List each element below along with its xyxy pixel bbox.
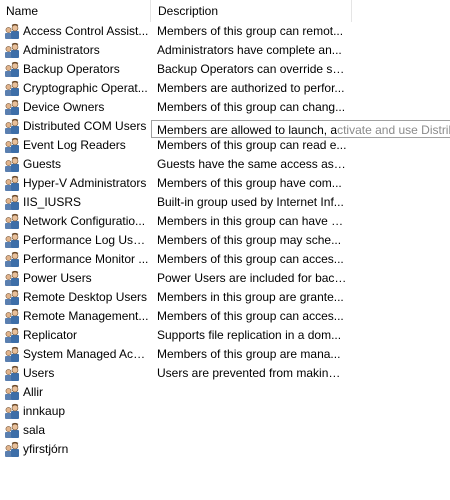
group-icon: [4, 308, 21, 325]
group-name: Device Owners: [23, 100, 105, 114]
group-icon: [4, 403, 21, 420]
group-name: Backup Operators: [23, 62, 120, 76]
group-icon: [4, 270, 21, 287]
group-description: Administrators have complete an...: [157, 43, 342, 57]
list-item[interactable]: Device Owners Members of this group can c…: [0, 98, 450, 117]
list-item[interactable]: IIS_IUSRS Built-in group used by Internet…: [0, 193, 450, 212]
list-item[interactable]: Access Control Assist... Members of this …: [0, 22, 450, 41]
list-item[interactable]: Replicator Supports file replication in a…: [0, 326, 450, 345]
group-icon: [4, 175, 21, 192]
group-description: Members in this group are grante...: [157, 290, 344, 304]
list-item[interactable]: Hyper-V Administrators Members of this gr…: [0, 174, 450, 193]
group-description: Members of this group can read e...: [157, 138, 347, 152]
list-item[interactable]: Remote Desktop Users Members in this grou…: [0, 288, 450, 307]
group-description: Users are prevented from making ...: [157, 366, 347, 380]
group-description: Members of this group can acces...: [157, 309, 344, 323]
group-icon: [4, 422, 21, 439]
group-description: Members of this group may sche...: [157, 233, 342, 247]
group-description: Members of this group are mana...: [157, 347, 341, 361]
group-name: Guests: [23, 157, 62, 171]
group-icon: [4, 42, 21, 59]
group-name: sala: [23, 423, 46, 437]
list-item[interactable]: Remote Management... Members of this grou…: [0, 307, 450, 326]
list-item[interactable]: Performance Monitor ... Members of this g…: [0, 250, 450, 269]
group-icon: [4, 232, 21, 249]
group-description: Built-in group used by Internet Inf...: [157, 195, 344, 209]
group-icon: [4, 137, 21, 154]
list-item[interactable]: Administrators Administrators have comple…: [0, 41, 450, 60]
column-header-description[interactable]: Description: [152, 0, 352, 22]
column-header-name[interactable]: Name: [0, 0, 151, 22]
list-item[interactable]: Guests Guests have the same access as m..…: [0, 155, 450, 174]
group-icon: [4, 327, 21, 344]
group-icon: [4, 251, 21, 268]
group-icon: [4, 346, 21, 363]
group-description: Members of this group have com...: [157, 176, 342, 190]
list-item[interactable]: Backup Operators Backup Operators can ove…: [0, 60, 450, 79]
group-name: Remote Desktop Users: [23, 290, 148, 304]
group-icon: [4, 384, 21, 401]
group-name: IIS_IUSRS: [23, 195, 82, 209]
group-name: Remote Management...: [23, 309, 149, 323]
list-item[interactable]: Cryptographic Operat... Members are autho…: [0, 79, 450, 98]
list-item[interactable]: System Managed Acc... Members of this gro…: [0, 345, 450, 364]
group-name: Allir: [23, 385, 43, 399]
group-icon: [4, 194, 21, 211]
group-description: Members are authorized to perfor...: [157, 81, 345, 95]
group-list: Access Control Assist... Members of this …: [0, 22, 450, 459]
list-item[interactable]: innkaup: [0, 402, 450, 421]
group-name: Replicator: [23, 328, 78, 342]
group-name: yfirstjórn: [23, 442, 69, 456]
list-item[interactable]: Event Log Readers Members of this group c…: [0, 136, 450, 155]
tooltip-text: Members are allowed to launch, a: [157, 123, 338, 137]
group-description: Members in this group can have s...: [157, 214, 347, 228]
group-name: Access Control Assist...: [23, 24, 149, 38]
group-icon: [4, 213, 21, 230]
list-item[interactable]: sala: [0, 421, 450, 440]
group-description: Members of this group can remot...: [157, 24, 344, 38]
list-item[interactable]: Performance Log Users Members of this gro…: [0, 231, 450, 250]
group-description: Power Users are included for back...: [157, 271, 347, 285]
list-item[interactable]: Users Users are prevented from making ...: [0, 364, 450, 383]
group-name: Power Users: [23, 271, 92, 285]
group-icon: [4, 365, 21, 382]
group-name: Performance Log Users: [23, 233, 149, 247]
group-icon: [4, 61, 21, 78]
group-name: innkaup: [23, 404, 66, 418]
group-icon: [4, 23, 21, 40]
group-icon: [4, 118, 21, 135]
group-name: Cryptographic Operat...: [23, 81, 148, 95]
description-tooltip: Members are allowed to launch, activate …: [151, 120, 450, 138]
group-name: Administrators: [23, 43, 100, 57]
group-icon: [4, 80, 21, 97]
list-item[interactable]: Allir: [0, 383, 450, 402]
group-description: Guests have the same access as m...: [157, 157, 347, 171]
group-description: Backup Operators can override se...: [157, 62, 347, 76]
group-name: Network Configuratio...: [23, 214, 146, 228]
group-name: Distributed COM Users: [23, 119, 147, 133]
group-icon: [4, 289, 21, 306]
group-icon: [4, 441, 21, 458]
list-item[interactable]: Network Configuratio... Members in this g…: [0, 212, 450, 231]
group-description: Supports file replication in a dom...: [157, 328, 342, 342]
tooltip-faded-text: ctivate and use Distrib: [337, 123, 450, 137]
group-name: Hyper-V Administrators: [23, 176, 147, 190]
list-item[interactable]: Power Users Power Users are included for …: [0, 269, 450, 288]
column-header-bar: Name Description: [0, 0, 450, 22]
group-description: Members of this group can chang...: [157, 100, 346, 114]
group-name: System Managed Acc...: [23, 347, 149, 361]
group-description: Members of this group can acces...: [157, 252, 344, 266]
group-name: Event Log Readers: [23, 138, 126, 152]
group-name: Performance Monitor ...: [23, 252, 149, 266]
group-icon: [4, 99, 21, 116]
group-icon: [4, 156, 21, 173]
list-item[interactable]: yfirstjórn: [0, 440, 450, 459]
group-name: Users: [23, 366, 55, 380]
